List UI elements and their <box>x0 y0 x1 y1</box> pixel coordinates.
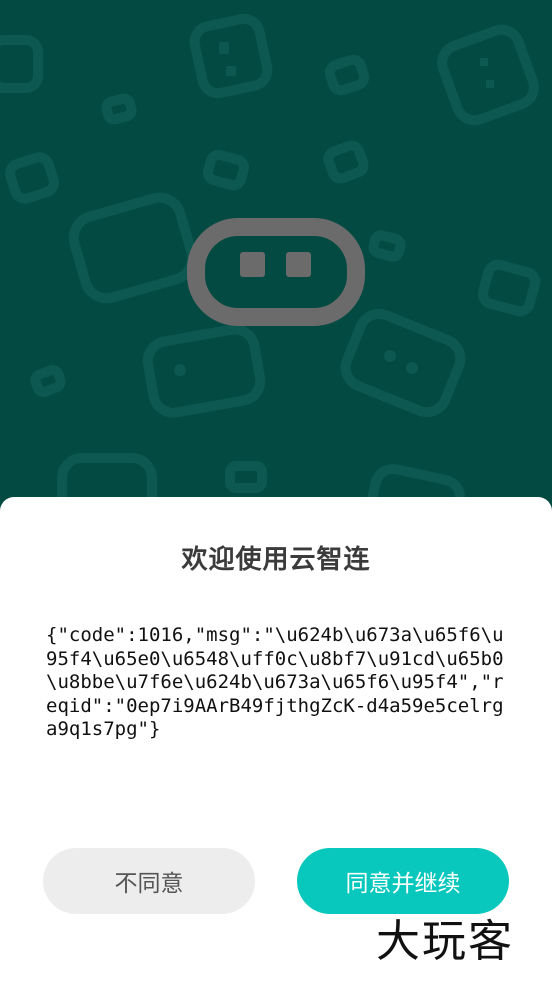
disagree-button[interactable]: 不同意 <box>43 848 255 914</box>
dialog-message: {"code":1016,"msg":"\u624b\u673a\u65f6\u… <box>46 624 504 740</box>
dialog-title: 欢迎使用云智连 <box>181 545 371 575</box>
app-logo-icon <box>187 218 365 326</box>
consent-dialog: 欢迎使用云智连 {"code":1016,"msg":"\u624b\u673a… <box>0 497 552 983</box>
watermark-text: 大玩客 <box>376 916 514 967</box>
agree-continue-button[interactable]: 同意并继续 <box>297 848 509 914</box>
